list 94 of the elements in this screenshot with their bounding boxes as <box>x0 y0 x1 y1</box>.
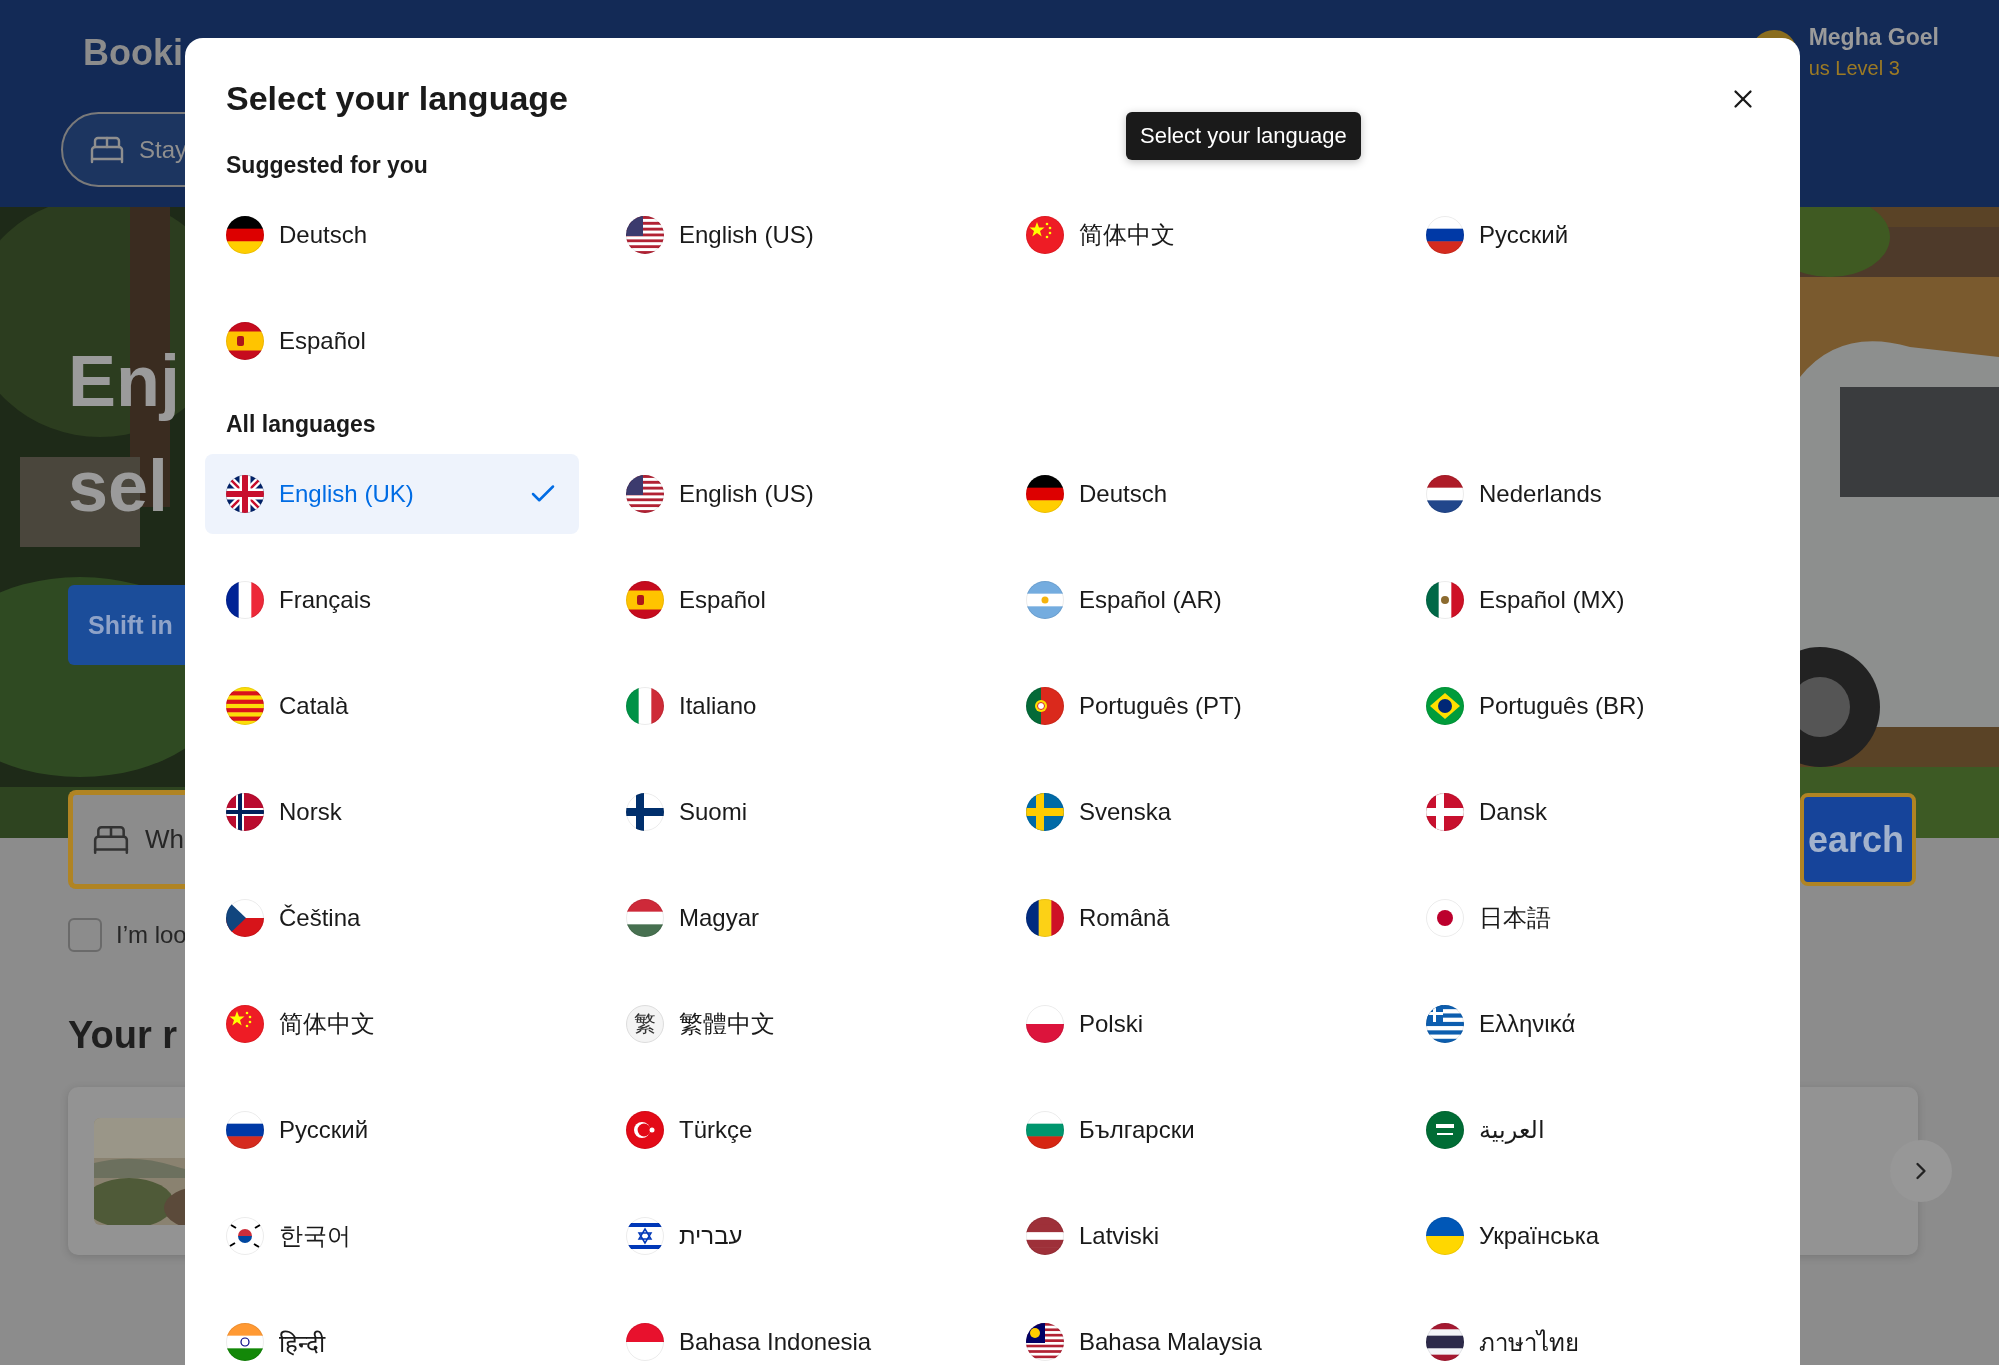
search-button[interactable]: earch <box>1800 793 1916 886</box>
hero-headline: sel <box>68 445 169 528</box>
flag-icon <box>1026 687 1064 725</box>
flag-icon <box>1426 899 1464 937</box>
user-level: us Level 3 <box>1808 57 1901 80</box>
language-option[interactable]: Magyar <box>605 878 979 958</box>
language-option[interactable]: Deutsch <box>1005 454 1379 534</box>
flag-icon <box>1026 1323 1064 1361</box>
flag-icon <box>226 793 264 831</box>
flag-icon <box>626 793 664 831</box>
language-option[interactable]: Español <box>605 560 979 640</box>
logo[interactable]: Booki <box>83 32 183 74</box>
flag-icon <box>626 475 664 513</box>
language-option[interactable]: हिन्दी <box>205 1302 579 1365</box>
language-option[interactable]: Deutsch <box>205 195 579 275</box>
flag-icon <box>226 322 264 360</box>
language-option[interactable]: עברית <box>605 1196 979 1276</box>
flag-icon <box>626 899 664 937</box>
language-option[interactable]: Norsk <box>205 772 579 852</box>
language-option[interactable]: Português (PT) <box>1005 666 1379 746</box>
flag-icon <box>626 1111 664 1149</box>
character-icon: 繁 <box>626 1005 664 1043</box>
flag-icon <box>226 581 264 619</box>
language-option[interactable]: English (US) <box>605 454 979 534</box>
language-option[interactable]: Bahasa Malaysia <box>1005 1302 1379 1365</box>
destination-field[interactable]: Wh <box>68 790 185 889</box>
language-option[interactable]: English (UK) <box>205 454 579 534</box>
user-name: Megha Goel <box>1808 24 1939 51</box>
language-option[interactable]: Čeština <box>205 878 579 958</box>
flag-icon <box>1026 1111 1064 1149</box>
flag-icon <box>1026 475 1064 513</box>
language-option[interactable]: Română <box>1005 878 1379 958</box>
flag-icon <box>226 216 264 254</box>
language-option[interactable]: Español <box>205 301 579 381</box>
flag-icon <box>1026 1217 1064 1255</box>
language-option[interactable]: Español (MX) <box>1405 560 1779 640</box>
flag-icon <box>1426 1323 1464 1361</box>
flag-icon <box>226 1111 264 1149</box>
language-option[interactable]: English (US) <box>605 195 979 275</box>
flag-icon <box>1426 581 1464 619</box>
language-option[interactable]: Suomi <box>605 772 979 852</box>
language-option[interactable]: Polski <box>1005 984 1379 1064</box>
language-option[interactable]: 한국어 <box>205 1196 579 1276</box>
flag-icon <box>1026 216 1064 254</box>
language-option[interactable]: Dansk <box>1405 772 1779 852</box>
language-option[interactable]: Bahasa Indonesia <box>605 1302 979 1365</box>
language-option[interactable]: Latviski <box>1005 1196 1379 1276</box>
flag-icon <box>1426 216 1464 254</box>
flag-icon <box>626 687 664 725</box>
flag-icon <box>226 687 264 725</box>
hero-headline: Enj <box>68 340 180 423</box>
flag-icon <box>226 1323 264 1361</box>
language-option[interactable]: Italiano <box>605 666 979 746</box>
language-option[interactable]: Français <box>205 560 579 640</box>
language-option[interactable]: 日本語 <box>1405 878 1779 958</box>
section-heading: All languages <box>226 410 376 439</box>
flag-icon <box>226 1217 264 1255</box>
flag-icon <box>1426 687 1464 725</box>
language-option[interactable]: Українська <box>1405 1196 1779 1276</box>
language-option[interactable]: ภาษาไทย <box>1405 1302 1779 1365</box>
tooltip: Select your language <box>1126 112 1361 160</box>
flag-icon <box>1426 1111 1464 1149</box>
flag-icon <box>626 216 664 254</box>
language-option[interactable]: Русский <box>205 1090 579 1170</box>
language-option[interactable]: 简体中文 <box>205 984 579 1064</box>
flag-icon <box>1026 1005 1064 1043</box>
checkbox[interactable] <box>68 918 102 952</box>
flag-icon <box>1426 793 1464 831</box>
flag-icon <box>226 1005 264 1043</box>
language-option[interactable]: Български <box>1005 1090 1379 1170</box>
flag-icon <box>226 899 264 937</box>
flag-icon <box>626 581 664 619</box>
language-option[interactable]: Nederlands <box>1405 454 1779 534</box>
language-option[interactable]: Português (BR) <box>1405 666 1779 746</box>
flag-icon <box>1426 1005 1464 1043</box>
language-option[interactable]: Ελληνικά <box>1405 984 1779 1064</box>
flag-icon <box>1426 475 1464 513</box>
language-option[interactable]: Español (AR) <box>1005 560 1379 640</box>
language-option[interactable]: 简体中文 <box>1005 195 1379 275</box>
language-option[interactable]: Türkçe <box>605 1090 979 1170</box>
flag-icon <box>626 1217 664 1255</box>
checkbox-label: I’m loo <box>116 921 187 949</box>
flag-icon <box>1426 1217 1464 1255</box>
language-option[interactable]: Català <box>205 666 579 746</box>
language-option[interactable]: Русский <box>1405 195 1779 275</box>
language-option[interactable]: العربية <box>1405 1090 1779 1170</box>
flag-icon <box>1026 899 1064 937</box>
flag-icon <box>626 1323 664 1361</box>
section-title: Your r <box>68 1014 178 1057</box>
language-option[interactable]: Svenska <box>1005 772 1379 852</box>
flag-icon <box>1026 793 1064 831</box>
flag-icon <box>226 475 264 513</box>
language-option[interactable]: 繁 繁體中文 <box>605 984 979 1064</box>
flag-icon <box>1026 581 1064 619</box>
